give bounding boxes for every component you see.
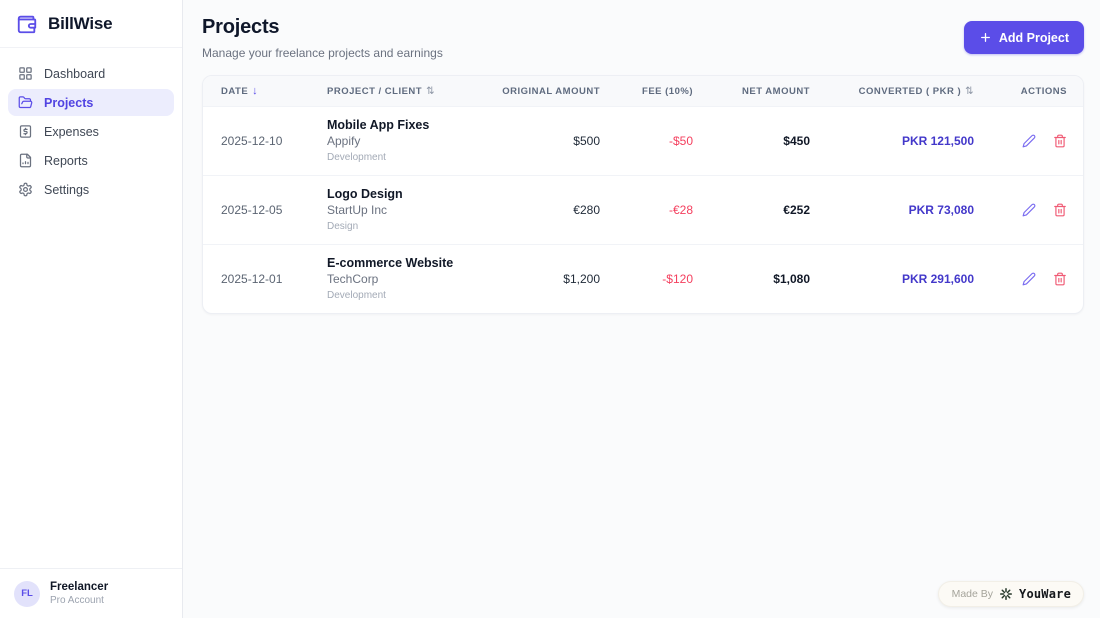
add-project-button[interactable]: Add Project	[963, 21, 1084, 54]
sidebar-item-label: Expenses	[44, 124, 99, 139]
sort-desc-icon: ↓	[252, 85, 259, 97]
add-project-label: Add Project	[998, 30, 1069, 45]
dollar-receipt-icon	[18, 124, 33, 139]
trash-icon	[1054, 134, 1066, 148]
project-category: Development	[327, 152, 386, 163]
gear-icon	[18, 182, 33, 197]
app-root: BillWise Dashboard Projects Expenses Rep…	[0, 0, 1100, 618]
column-header-original-amount: ORIGINAL AMOUNT	[502, 85, 600, 97]
sort-both-icon: ⇅	[426, 85, 435, 97]
file-chart-icon	[18, 153, 33, 168]
projects-table: DATE ↓ PROJECT / CLIENT ⇅ ORIGINAL AMOUNT …	[203, 76, 1083, 313]
page-title: Projects	[202, 16, 280, 38]
client-name: StartUp Inc	[327, 203, 388, 217]
sidebar: BillWise Dashboard Projects Expenses Rep…	[0, 0, 183, 618]
avatar: FL	[14, 580, 40, 607]
sidebar-item-projects[interactable]: Projects	[8, 89, 174, 116]
projects-table-card: DATE ↓ PROJECT / CLIENT ⇅ ORIGINAL AMOUNT …	[202, 75, 1084, 314]
sidebar-item-label: Reports	[44, 153, 88, 168]
pencil-icon	[1022, 272, 1035, 286]
row-converted-pkr: PKR 73,080	[810, 175, 974, 245]
sidebar-item-label: Settings	[44, 182, 90, 197]
wallet-logo-icon	[16, 13, 38, 35]
row-original-amount: $1,200	[497, 244, 600, 313]
page-subtitle: Manage your freelance projects and earni…	[202, 46, 443, 60]
client-name: TechCorp	[327, 272, 379, 286]
row-fee: -$120	[600, 244, 693, 313]
row-date: 2025-12-10	[203, 106, 327, 176]
delete-button[interactable]	[1053, 134, 1067, 148]
sidebar-item-label: Dashboard	[44, 66, 106, 81]
row-actions	[974, 244, 1083, 313]
row-original-amount: €280	[497, 175, 600, 245]
row-date: 2025-12-05	[203, 175, 327, 245]
plus-icon	[979, 31, 992, 44]
project-name: E-commerce Website	[327, 256, 454, 270]
row-actions	[974, 106, 1083, 176]
row-converted-pkr: PKR 291,600	[810, 244, 974, 313]
delete-button[interactable]	[1053, 272, 1067, 286]
project-name: Mobile App Fixes	[327, 118, 430, 132]
edit-button[interactable]	[1022, 272, 1036, 286]
page-header: Projects Manage your freelance projects …	[202, 16, 1084, 60]
youware-logo-icon	[999, 587, 1013, 601]
sidebar-item-settings[interactable]: Settings	[8, 176, 174, 203]
made-by-badge[interactable]: Made By YouWare	[937, 581, 1084, 607]
sidebar-item-reports[interactable]: Reports	[8, 147, 174, 174]
column-header-actions: ACTIONS	[1020, 85, 1067, 97]
trash-icon	[1054, 203, 1066, 217]
row-net-amount: $450	[693, 106, 810, 176]
app-title: BillWise	[48, 13, 113, 33]
delete-button[interactable]	[1053, 203, 1067, 217]
row-project-client: E-commerce Website TechCorp Development	[327, 244, 497, 313]
row-original-amount: $500	[497, 106, 600, 176]
user-name: Freelancer	[50, 581, 109, 593]
table-row: 2025-12-01 E-commerce Website TechCorp D…	[203, 244, 1083, 313]
client-name: Appify	[327, 134, 361, 148]
sort-both-icon: ⇅	[965, 85, 974, 97]
grid-icon	[18, 66, 33, 81]
column-header-project-client[interactable]: PROJECT / CLIENT ⇅	[327, 76, 497, 107]
row-fee: -$50	[600, 106, 693, 176]
sidebar-nav: Dashboard Projects Expenses Reports Sett…	[0, 48, 182, 568]
sidebar-item-expenses[interactable]: Expenses	[8, 118, 174, 145]
table-row: 2025-12-10 Mobile App Fixes Appify Devel…	[203, 106, 1083, 176]
edit-button[interactable]	[1022, 134, 1036, 148]
row-project-client: Mobile App Fixes Appify Development	[327, 106, 497, 176]
project-category: Design	[327, 221, 359, 232]
made-by-label: Made By	[951, 588, 994, 600]
logo-row: BillWise	[0, 0, 182, 48]
sidebar-item-label: Projects	[44, 95, 94, 110]
row-converted-pkr: PKR 121,500	[810, 106, 974, 176]
youware-brand-label: YouWare	[1019, 587, 1071, 601]
pencil-icon	[1022, 134, 1035, 148]
table-header-row: DATE ↓ PROJECT / CLIENT ⇅ ORIGINAL AMOUNT …	[203, 76, 1083, 107]
edit-button[interactable]	[1022, 203, 1036, 217]
row-project-client: Logo Design StartUp Inc Design	[327, 175, 497, 245]
trash-icon	[1054, 272, 1066, 286]
user-account-row: FL Freelancer Pro Account	[0, 568, 182, 618]
column-header-net-amount: NET AMOUNT	[742, 85, 810, 97]
project-category: Development	[327, 290, 386, 301]
column-header-fee: FEE (10%)	[642, 85, 693, 97]
main-content: Projects Manage your freelance projects …	[183, 0, 1100, 618]
sidebar-item-dashboard[interactable]: Dashboard	[8, 60, 174, 87]
column-header-date[interactable]: DATE ↓	[203, 76, 327, 107]
column-header-converted-pkr[interactable]: CONVERTED ( PKR ) ⇅	[810, 76, 974, 107]
table-row: 2025-12-05 Logo Design StartUp Inc Desig…	[203, 175, 1083, 245]
row-date: 2025-12-01	[203, 244, 327, 313]
row-fee: -€28	[600, 175, 693, 245]
pencil-icon	[1022, 203, 1035, 217]
row-actions	[974, 175, 1083, 245]
row-net-amount: €252	[693, 175, 810, 245]
user-plan: Pro Account	[50, 595, 104, 606]
row-net-amount: $1,080	[693, 244, 810, 313]
project-name: Logo Design	[327, 187, 403, 201]
folder-icon	[18, 95, 33, 110]
